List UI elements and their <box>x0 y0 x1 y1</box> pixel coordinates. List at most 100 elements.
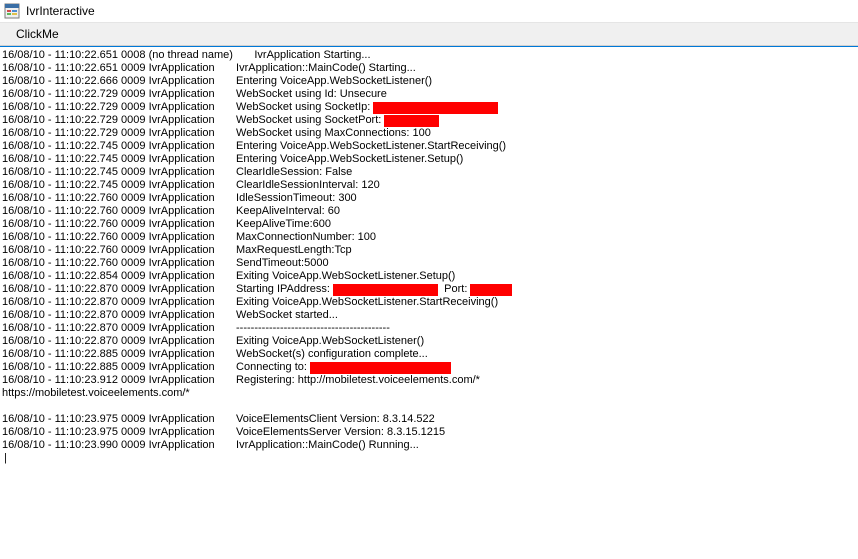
log-line: 16/08/10 - 11:10:22.666 0009 IvrApplicat… <box>2 75 856 88</box>
log-line: 16/08/10 - 11:10:22.760 0009 IvrApplicat… <box>2 218 856 231</box>
log-message: IdleSessionTimeout: 300 <box>236 192 357 205</box>
log-message: WebSocket using SocketIp: <box>236 101 498 114</box>
log-line: 16/08/10 - 11:10:22.729 0009 IvrApplicat… <box>2 127 856 140</box>
log-timestamp: 16/08/10 - 11:10:22.745 0009 IvrApplicat… <box>2 140 236 153</box>
log-timestamp: 16/08/10 - 11:10:22.870 0009 IvrApplicat… <box>2 283 236 296</box>
log-line: 16/08/10 - 11:10:22.651 0009 IvrApplicat… <box>2 62 856 75</box>
log-line: 16/08/10 - 11:10:22.760 0009 IvrApplicat… <box>2 192 856 205</box>
log-timestamp: 16/08/10 - 11:10:22.745 0009 IvrApplicat… <box>2 153 236 166</box>
log-message: Entering VoiceApp.WebSocketListener.Star… <box>236 140 506 153</box>
log-message: KeepAliveTime:600 <box>236 218 331 231</box>
log-message: Entering VoiceApp.WebSocketListener() <box>236 75 432 88</box>
log-timestamp: 16/08/10 - 11:10:22.729 0009 IvrApplicat… <box>2 127 236 140</box>
log-line: 16/08/10 - 11:10:22.760 0009 IvrApplicat… <box>2 231 856 244</box>
title-bar[interactable]: IvrInteractive <box>0 0 858 23</box>
log-timestamp: 16/08/10 - 11:10:22.666 0009 IvrApplicat… <box>2 75 236 88</box>
log-line: 16/08/10 - 11:10:23.990 0009 IvrApplicat… <box>2 439 856 452</box>
redacted-value <box>373 102 498 114</box>
log-line: 16/08/10 - 11:10:22.745 0009 IvrApplicat… <box>2 140 856 153</box>
log-raw: https://mobiletest.voiceelements.com/* <box>2 387 190 400</box>
log-message: VoiceElementsClient Version: 8.3.14.522 <box>236 413 435 426</box>
log-message: IvrApplication Starting... <box>254 49 370 62</box>
menu-clickme[interactable]: ClickMe <box>8 25 67 43</box>
redacted-value <box>310 362 451 374</box>
log-line: 16/08/10 - 11:10:22.870 0009 IvrApplicat… <box>2 322 856 335</box>
log-message: Entering VoiceApp.WebSocketListener.Setu… <box>236 153 463 166</box>
log-line: 16/08/10 - 11:10:22.870 0009 IvrApplicat… <box>2 309 856 322</box>
log-message: ----------------------------------------… <box>236 322 390 335</box>
log-textarea[interactable]: 16/08/10 - 11:10:22.651 0008 (no thread … <box>0 46 858 559</box>
log-message: Exiting VoiceApp.WebSocketListener() <box>236 335 424 348</box>
redacted-value <box>384 115 439 127</box>
app-icon <box>4 3 20 19</box>
log-timestamp: 16/08/10 - 11:10:22.729 0009 IvrApplicat… <box>2 88 236 101</box>
log-message: WebSocket using SocketPort: <box>236 114 439 127</box>
log-line: 16/08/10 - 11:10:22.729 0009 IvrApplicat… <box>2 101 856 114</box>
log-line: 16/08/10 - 11:10:22.870 0009 IvrApplicat… <box>2 283 856 296</box>
log-timestamp: 16/08/10 - 11:10:22.651 0008 (no thread … <box>2 49 254 62</box>
log-raw <box>2 400 5 413</box>
log-line: 16/08/10 - 11:10:22.885 0009 IvrApplicat… <box>2 348 856 361</box>
redacted-value <box>470 284 512 296</box>
log-line <box>2 400 856 413</box>
log-timestamp: 16/08/10 - 11:10:23.975 0009 IvrApplicat… <box>2 426 236 439</box>
log-timestamp: 16/08/10 - 11:10:22.729 0009 IvrApplicat… <box>2 114 236 127</box>
log-message: WebSocket(s) configuration complete... <box>236 348 428 361</box>
log-line: 16/08/10 - 11:10:22.745 0009 IvrApplicat… <box>2 166 856 179</box>
log-timestamp: 16/08/10 - 11:10:22.760 0009 IvrApplicat… <box>2 205 236 218</box>
log-timestamp: 16/08/10 - 11:10:22.651 0009 IvrApplicat… <box>2 62 236 75</box>
log-timestamp: 16/08/10 - 11:10:22.760 0009 IvrApplicat… <box>2 257 236 270</box>
log-timestamp: 16/08/10 - 11:10:22.870 0009 IvrApplicat… <box>2 335 236 348</box>
text-cursor: | <box>2 452 856 465</box>
log-timestamp: 16/08/10 - 11:10:23.975 0009 IvrApplicat… <box>2 413 236 426</box>
log-timestamp: 16/08/10 - 11:10:22.870 0009 IvrApplicat… <box>2 322 236 335</box>
log-line: 16/08/10 - 11:10:23.912 0009 IvrApplicat… <box>2 374 856 387</box>
log-line: 16/08/10 - 11:10:22.729 0009 IvrApplicat… <box>2 88 856 101</box>
menu-bar: ClickMe <box>0 23 858 46</box>
log-timestamp: 16/08/10 - 11:10:22.760 0009 IvrApplicat… <box>2 231 236 244</box>
log-timestamp: 16/08/10 - 11:10:22.745 0009 IvrApplicat… <box>2 166 236 179</box>
log-message: ClearIdleSessionInterval: 120 <box>236 179 380 192</box>
log-message: Registering: http://mobiletest.voiceelem… <box>236 374 480 387</box>
log-timestamp: 16/08/10 - 11:10:22.885 0009 IvrApplicat… <box>2 361 236 374</box>
log-line: 16/08/10 - 11:10:23.975 0009 IvrApplicat… <box>2 413 856 426</box>
app-window: IvrInteractive ClickMe 16/08/10 - 11:10:… <box>0 0 858 559</box>
log-line: 16/08/10 - 11:10:22.729 0009 IvrApplicat… <box>2 114 856 127</box>
log-line: 16/08/10 - 11:10:22.870 0009 IvrApplicat… <box>2 335 856 348</box>
log-line: 16/08/10 - 11:10:22.745 0009 IvrApplicat… <box>2 153 856 166</box>
window-title: IvrInteractive <box>26 4 95 18</box>
log-message: VoiceElementsServer Version: 8.3.15.1215 <box>236 426 445 439</box>
log-timestamp: 16/08/10 - 11:10:22.854 0009 IvrApplicat… <box>2 270 236 283</box>
log-timestamp: 16/08/10 - 11:10:22.760 0009 IvrApplicat… <box>2 192 236 205</box>
log-message: SendTimeout:5000 <box>236 257 329 270</box>
log-timestamp: 16/08/10 - 11:10:22.760 0009 IvrApplicat… <box>2 218 236 231</box>
log-line: 16/08/10 - 11:10:22.745 0009 IvrApplicat… <box>2 179 856 192</box>
log-message: WebSocket using MaxConnections: 100 <box>236 127 431 140</box>
log-line: 16/08/10 - 11:10:22.760 0009 IvrApplicat… <box>2 205 856 218</box>
redacted-value <box>333 284 438 296</box>
log-timestamp: 16/08/10 - 11:10:22.745 0009 IvrApplicat… <box>2 179 236 192</box>
log-message: Starting IPAddress: Port: <box>236 283 512 296</box>
log-timestamp: 16/08/10 - 11:10:22.885 0009 IvrApplicat… <box>2 348 236 361</box>
log-timestamp: 16/08/10 - 11:10:22.729 0009 IvrApplicat… <box>2 101 236 114</box>
log-message: IvrApplication::MainCode() Running... <box>236 439 419 452</box>
log-timestamp: 16/08/10 - 11:10:22.760 0009 IvrApplicat… <box>2 244 236 257</box>
log-timestamp: 16/08/10 - 11:10:22.870 0009 IvrApplicat… <box>2 296 236 309</box>
log-line: 16/08/10 - 11:10:22.760 0009 IvrApplicat… <box>2 257 856 270</box>
log-message: ClearIdleSession: False <box>236 166 352 179</box>
log-message: MaxRequestLength:Tcp <box>236 244 352 257</box>
log-message: WebSocket started... <box>236 309 338 322</box>
log-line: 16/08/10 - 11:10:22.870 0009 IvrApplicat… <box>2 296 856 309</box>
log-line: 16/08/10 - 11:10:23.975 0009 IvrApplicat… <box>2 426 856 439</box>
log-line: 16/08/10 - 11:10:22.651 0008 (no thread … <box>2 49 856 62</box>
log-line: 16/08/10 - 11:10:22.760 0009 IvrApplicat… <box>2 244 856 257</box>
log-message: Exiting VoiceApp.WebSocketListener.Setup… <box>236 270 455 283</box>
log-timestamp: 16/08/10 - 11:10:23.912 0009 IvrApplicat… <box>2 374 236 387</box>
log-line: 16/08/10 - 11:10:22.854 0009 IvrApplicat… <box>2 270 856 283</box>
log-message: Connecting to: <box>236 361 451 374</box>
log-timestamp: 16/08/10 - 11:10:23.990 0009 IvrApplicat… <box>2 439 236 452</box>
log-message: Exiting VoiceApp.WebSocketListener.Start… <box>236 296 498 309</box>
log-message: WebSocket using Id: Unsecure <box>236 88 387 101</box>
log-message: MaxConnectionNumber: 100 <box>236 231 376 244</box>
log-message: KeepAliveInterval: 60 <box>236 205 340 218</box>
